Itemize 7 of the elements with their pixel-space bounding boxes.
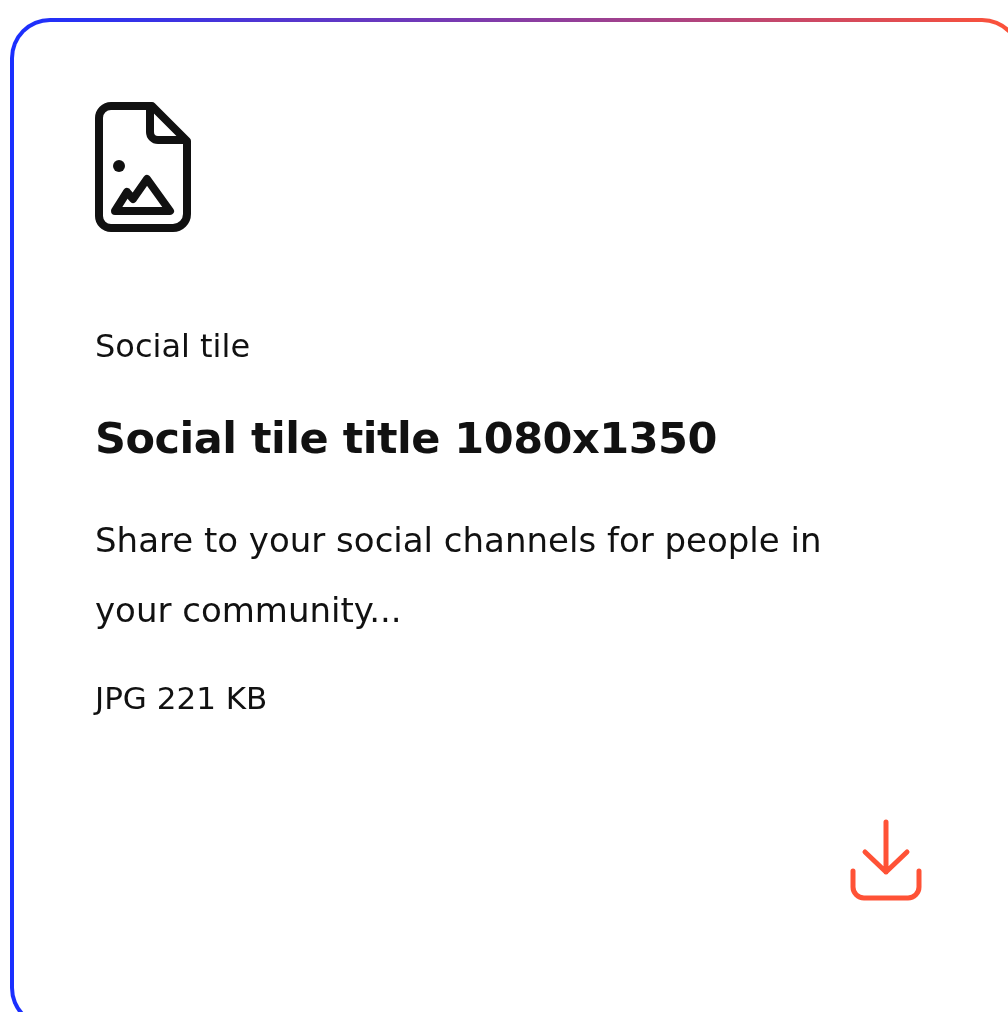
download-button[interactable] <box>849 819 923 901</box>
category-label: Social tile <box>95 326 252 367</box>
download-icon <box>849 819 923 901</box>
image-file-icon <box>95 102 193 232</box>
card-title: Social tile title 1080x1350 <box>95 412 718 465</box>
file-info: JPG 221 KB <box>95 678 269 718</box>
card-description: Share to your social channels for people in your community... <box>95 518 823 632</box>
